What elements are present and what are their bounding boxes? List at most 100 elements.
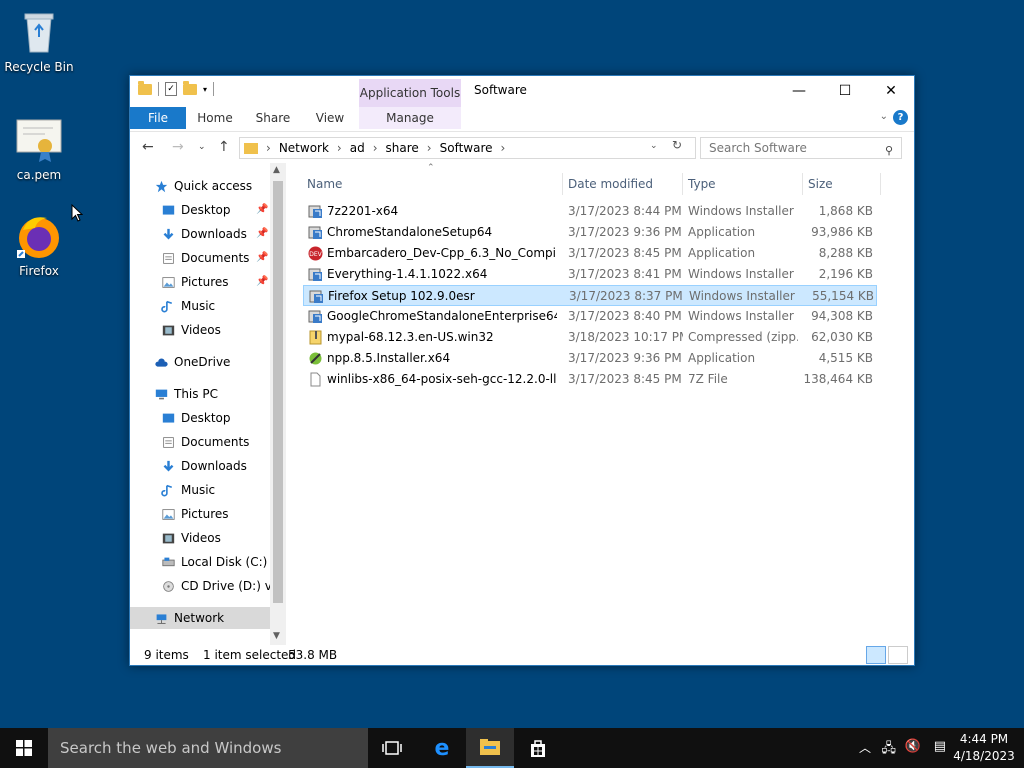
tab-manage[interactable]: Manage: [359, 107, 461, 129]
nav-item-pc-pictures[interactable]: Pictures: [161, 503, 229, 525]
desktop-icon: [162, 413, 175, 423]
tab-view[interactable]: View: [307, 107, 353, 129]
show-hidden-icons-chevron-icon[interactable]: ︿: [859, 739, 871, 756]
scroll-down-icon[interactable]: ▼: [273, 631, 280, 641]
nav-item-desktop[interactable]: Desktop 📌: [161, 199, 271, 221]
nav-item-pc-videos[interactable]: Videos: [161, 527, 221, 549]
pictures-icon: [162, 508, 175, 520]
file-row[interactable]: npp.8.5.Installer.x64 3/17/2023 9:36 PM Ap…: [303, 348, 877, 369]
volume-muted-icon[interactable]: 🔇: [905, 739, 921, 754]
file-row[interactable]: winlibs-x86_64-posix-seh-gcc-12.2.0-llv.…: [303, 369, 877, 390]
column-header-name[interactable]: Name: [307, 173, 342, 195]
quick-access-toolbar: ✓ ▾: [138, 80, 215, 96]
nav-item-pictures[interactable]: Pictures 📌: [161, 271, 271, 293]
nav-item-documents[interactable]: Documents 📌: [161, 247, 271, 269]
start-button[interactable]: [0, 728, 48, 768]
large-icons-view-button[interactable]: [888, 646, 908, 664]
file-row[interactable]: Everything-1.4.1.1022.x64 3/17/2023 8:41 …: [303, 264, 877, 285]
nav-item-network[interactable]: Network: [130, 607, 270, 629]
breadcrumb-software[interactable]: Software: [440, 141, 493, 155]
taskbar-search-input[interactable]: Search the web and Windows: [48, 728, 368, 768]
nav-scrollbar[interactable]: ▲ ▼: [270, 163, 286, 645]
download-icon: [163, 228, 174, 239]
nav-item-cd-drive[interactable]: CD Drive (D:) virt: [161, 575, 285, 597]
nav-item-pc-downloads[interactable]: Downloads: [161, 455, 247, 477]
tab-home[interactable]: Home: [192, 107, 238, 129]
selection-count: 1 item selected: [203, 648, 297, 662]
title-bar[interactable]: ✓ ▾ Application Tools Software — ☐ ✕: [130, 76, 914, 107]
properties-icon[interactable]: ✓: [165, 82, 177, 96]
file-row[interactable]: GoogleChromeStandaloneEnterprise64 3/17/2…: [303, 306, 877, 327]
tab-share[interactable]: Share: [250, 107, 296, 129]
ribbon-expand-chevron-icon[interactable]: ⌄: [880, 111, 888, 122]
videos-icon: [162, 533, 175, 543]
task-view-button[interactable]: [368, 728, 416, 768]
nav-scrollbar-thumb[interactable]: [273, 181, 283, 603]
customize-toolbar-chevron-icon[interactable]: ▾: [203, 85, 207, 94]
search-input[interactable]: Search Software ⚲: [700, 137, 902, 159]
nav-item-music[interactable]: Music: [161, 295, 215, 317]
column-header-date-modified[interactable]: Date modified: [568, 173, 653, 195]
selection-size: 53.8 MB: [288, 648, 338, 662]
refresh-icon[interactable]: ↻: [672, 138, 682, 152]
sort-ascending-icon: ⌃: [427, 163, 435, 173]
minimize-button[interactable]: —: [776, 76, 822, 105]
file-explorer-taskbar-icon[interactable]: [466, 728, 514, 768]
window-title: Software: [474, 83, 527, 97]
back-button[interactable]: ←: [142, 139, 154, 155]
column-header-size[interactable]: Size: [808, 173, 833, 195]
installer-icon: [308, 267, 323, 282]
desktop-icon: [162, 205, 175, 215]
file-type: Windows Installer ...: [688, 267, 798, 281]
nav-item-local-disk[interactable]: Local Disk (C:): [161, 551, 267, 573]
pin-icon: 📌: [256, 276, 269, 287]
file-size: 94,308 KB: [811, 309, 873, 323]
recent-locations-chevron-icon[interactable]: ⌄: [198, 142, 206, 152]
file-row[interactable]: Firefox Setup 102.9.0esr 3/17/2023 8:37 P…: [303, 285, 877, 306]
nav-item-pc-documents[interactable]: Documents: [161, 431, 249, 453]
svg-text:DEV: DEV: [309, 251, 322, 258]
installer-icon: [308, 309, 323, 324]
file-icon: [308, 372, 323, 387]
address-dropdown-chevron-icon[interactable]: ⌄: [650, 141, 658, 151]
network-status-icon[interactable]: 🖧: [882, 739, 897, 761]
desktop-icon-firefox[interactable]: Firefox: [1, 212, 77, 278]
nav-item-pc-desktop[interactable]: Desktop: [161, 407, 231, 429]
edge-browser-icon[interactable]: e: [418, 728, 466, 768]
file-name: Everything-1.4.1.1022.x64: [327, 267, 488, 281]
desktop-icon-recycle-bin[interactable]: Recycle Bin: [1, 8, 77, 74]
file-row[interactable]: 7z2201-x64 3/17/2023 8:44 PM Windows Insta…: [303, 201, 877, 222]
scroll-up-icon[interactable]: ▲: [273, 165, 280, 175]
details-view-button[interactable]: [866, 646, 886, 664]
file-row[interactable]: ChromeStandaloneSetup64 3/17/2023 9:36 PM…: [303, 222, 877, 243]
nav-item-onedrive[interactable]: OneDrive: [154, 351, 230, 373]
tab-file[interactable]: File: [130, 107, 186, 129]
status-bar: 9 items 1 item selected 53.8 MB: [130, 645, 914, 665]
up-button[interactable]: ↑: [218, 139, 230, 155]
clock[interactable]: 4:44 PM 4/18/2023: [952, 731, 1016, 765]
close-button[interactable]: ✕: [868, 76, 914, 105]
file-date: 3/18/2023 10:17 PM: [568, 330, 683, 344]
file-row[interactable]: DEV Embarcadero_Dev-Cpp_6.3_No_Compiler..…: [303, 243, 877, 264]
videos-icon: [162, 325, 175, 335]
address-bar[interactable]: › Network › ad › share › Software ›: [239, 137, 696, 159]
file-row[interactable]: mypal-68.12.3.en-US.win32 3/18/2023 10:17…: [303, 327, 877, 348]
clock-date: 4/18/2023: [953, 749, 1015, 763]
forward-button[interactable]: →: [172, 139, 184, 155]
action-center-icon[interactable]: ▤: [934, 739, 946, 754]
breadcrumb-network[interactable]: Network: [279, 141, 329, 155]
breadcrumb-share[interactable]: share: [386, 141, 419, 155]
breadcrumb-ad[interactable]: ad: [350, 141, 365, 155]
column-header-type[interactable]: Type: [688, 173, 716, 195]
store-icon[interactable]: [514, 728, 562, 768]
help-icon[interactable]: ?: [893, 110, 908, 125]
nav-item-quick-access[interactable]: Quick access: [154, 175, 252, 197]
nav-item-this-pc[interactable]: This PC: [154, 383, 218, 405]
new-folder-icon[interactable]: [183, 80, 197, 95]
maximize-button[interactable]: ☐: [822, 76, 868, 105]
desktop-icon-ca-pem[interactable]: ca.pem: [1, 116, 77, 182]
nav-item-pc-music[interactable]: Music: [161, 479, 215, 501]
file-type: Windows Installer ...: [689, 289, 799, 303]
nav-item-downloads[interactable]: Downloads 📌: [161, 223, 271, 245]
nav-item-videos[interactable]: Videos: [161, 319, 221, 341]
